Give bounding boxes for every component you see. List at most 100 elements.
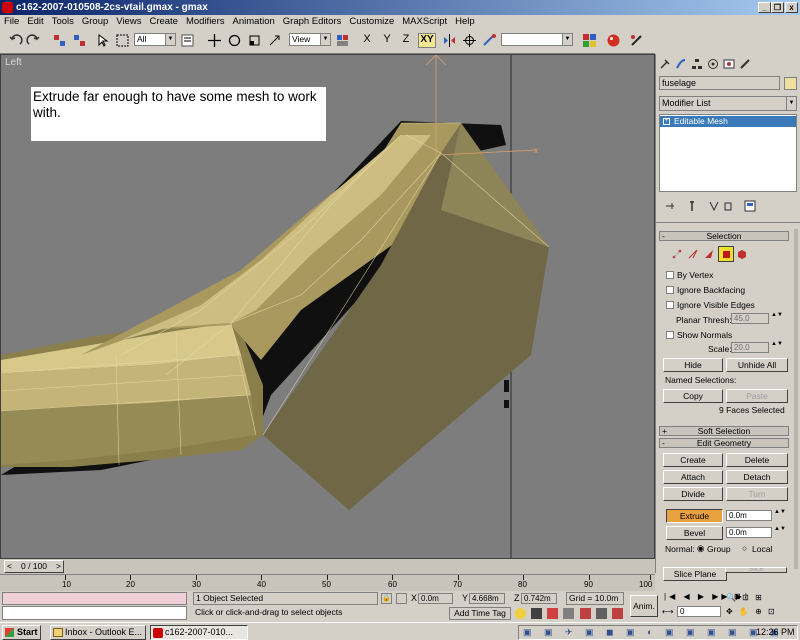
spinner-arrows-icon[interactable]: ▲▼ bbox=[774, 509, 786, 515]
bevel-button[interactable]: Bevel bbox=[666, 526, 723, 540]
redo-icon[interactable] bbox=[26, 33, 41, 48]
minimize-button[interactable]: _ bbox=[758, 2, 771, 13]
detach-button[interactable]: Detach bbox=[726, 470, 788, 484]
tray-icons[interactable]: ▣ ▣ ✈ ▣ ◼ ▣ ◐ ▣ ▣ ▣ ▣ ▣ ▣ bbox=[523, 627, 784, 638]
polygon-subobject-button[interactable] bbox=[718, 246, 734, 262]
menu-tools[interactable]: Tools bbox=[52, 16, 74, 27]
viewport-nav-icons[interactable]: ✥ ✋ ⊕ ⊡ bbox=[726, 607, 777, 616]
group-radio-icon[interactable]: ◉ bbox=[697, 543, 704, 554]
element-subobject-icon[interactable] bbox=[736, 248, 748, 260]
render-icon[interactable] bbox=[606, 33, 621, 48]
face-subobject-icon[interactable] bbox=[703, 248, 715, 260]
by-vertex-checkbox[interactable] bbox=[666, 271, 674, 279]
zoom-controls-icons[interactable]: 🔍 ⊡ ⊞ bbox=[726, 593, 764, 602]
divide-button[interactable]: Divide bbox=[663, 487, 723, 501]
menu-file[interactable]: File bbox=[4, 16, 19, 27]
pivot-center-icon[interactable] bbox=[335, 33, 350, 48]
z-coordinate-field[interactable]: 0.742m bbox=[521, 593, 557, 604]
extrude-button[interactable]: Extrude bbox=[666, 509, 723, 523]
absolute-mode-icon[interactable] bbox=[396, 593, 407, 604]
modify-tab-icon[interactable] bbox=[675, 58, 687, 70]
menu-views[interactable]: Views bbox=[116, 16, 141, 27]
constrain-x-icon[interactable]: X bbox=[360, 33, 374, 45]
snap-toggle-icon[interactable] bbox=[515, 608, 526, 619]
edge-subobject-icon[interactable] bbox=[687, 248, 699, 260]
key-mode-icon[interactable]: ⟷ bbox=[662, 607, 673, 616]
reference-coordinate-dropdown[interactable]: View ▼ bbox=[289, 33, 331, 46]
close-button[interactable]: x bbox=[785, 2, 798, 13]
region-select-icon[interactable] bbox=[115, 33, 130, 48]
hide-button[interactable]: Hide bbox=[663, 358, 723, 372]
remove-modifier-icon[interactable] bbox=[722, 200, 734, 212]
menu-maxscript[interactable]: MAXScript bbox=[402, 16, 447, 27]
paste-button[interactable]: Paste bbox=[726, 389, 788, 403]
menu-customize[interactable]: Customize bbox=[349, 16, 394, 27]
selection-filter-dropdown[interactable]: All ▼ bbox=[134, 33, 176, 46]
bevel-amount-spinner[interactable]: 0.0m bbox=[726, 527, 772, 538]
current-frame-field[interactable]: 0 bbox=[677, 606, 721, 617]
move-icon[interactable] bbox=[207, 33, 222, 48]
named-selection-dropdown[interactable]: ▼ bbox=[501, 33, 573, 46]
spinner-arrows-icon[interactable]: ▲▼ bbox=[774, 526, 786, 532]
copy-button[interactable]: Copy bbox=[663, 389, 723, 403]
unhide-all-button[interactable]: Unhide All bbox=[726, 358, 788, 372]
ignore-visible-edges-checkbox[interactable] bbox=[666, 301, 674, 309]
menu-help[interactable]: Help bbox=[455, 16, 475, 27]
extrude-amount-spinner[interactable]: 0.0m bbox=[726, 510, 772, 521]
lock-selection-icon[interactable]: 🔒 bbox=[381, 593, 392, 604]
show-end-result-icon[interactable] bbox=[686, 200, 698, 212]
material-editor-icon[interactable] bbox=[582, 33, 597, 48]
maxscript-listener-mini[interactable] bbox=[2, 592, 187, 605]
y-coordinate-field[interactable]: 4.668m bbox=[469, 593, 505, 604]
restore-button[interactable]: ❐ bbox=[771, 2, 784, 13]
crossing-selection-icon[interactable] bbox=[612, 608, 623, 619]
app-icon[interactable] bbox=[2, 2, 13, 13]
spinner-arrows-icon[interactable]: ▲▼ bbox=[771, 341, 783, 347]
taskbar-outlook[interactable]: Inbox - Outlook E... bbox=[50, 625, 146, 640]
display-tab-icon[interactable] bbox=[723, 58, 735, 70]
hierarchy-tab-icon[interactable] bbox=[691, 58, 703, 70]
menu-group[interactable]: Group bbox=[82, 16, 108, 27]
rotate-icon[interactable] bbox=[227, 33, 242, 48]
edit-geometry-rollout-header[interactable]: - Edit Geometry bbox=[659, 438, 789, 448]
spinner-arrows-icon[interactable]: ▲▼ bbox=[771, 312, 783, 318]
edit-named-selection-icon[interactable] bbox=[580, 608, 591, 619]
attach-button[interactable]: Attach bbox=[663, 470, 723, 484]
local-radio-icon[interactable]: ○ bbox=[742, 543, 747, 553]
delete-button[interactable]: Delete bbox=[726, 453, 788, 467]
clock[interactable]: 12:26 PM bbox=[756, 627, 795, 637]
make-unique-icon[interactable] bbox=[708, 200, 720, 212]
object-color-swatch[interactable] bbox=[784, 77, 797, 90]
ignore-backfacing-checkbox[interactable] bbox=[666, 286, 674, 294]
prev-frame-icon[interactable]: < bbox=[7, 561, 12, 572]
select-by-name-icon[interactable] bbox=[180, 33, 195, 48]
percent-snap-icon[interactable] bbox=[547, 608, 558, 619]
expand-plus-icon[interactable]: + bbox=[663, 118, 670, 125]
menu-animation[interactable]: Animation bbox=[233, 16, 275, 27]
animate-button[interactable]: Anim. bbox=[630, 595, 658, 617]
stack-item-editable-mesh[interactable]: + Editable Mesh bbox=[660, 116, 796, 127]
mirror-icon[interactable] bbox=[442, 33, 457, 48]
constrain-y-icon[interactable]: Y bbox=[380, 33, 394, 45]
spinner-snap-icon[interactable] bbox=[563, 608, 574, 619]
modifier-list-dropdown[interactable]: Modifier List ▼ bbox=[659, 96, 797, 111]
object-name-field[interactable]: fuselage bbox=[659, 76, 780, 90]
spacing-tool-icon[interactable] bbox=[482, 33, 497, 48]
viewport-left[interactable]: Left x Extrude far enough to have some m… bbox=[0, 54, 655, 559]
slice-plane-button[interactable]: Slice Plane bbox=[663, 567, 727, 581]
motion-tab-icon[interactable] bbox=[707, 58, 719, 70]
panel-scrollbar[interactable] bbox=[794, 229, 798, 569]
time-slider-thumb[interactable]: <0 / 100 > bbox=[4, 560, 64, 573]
turn-button[interactable]: Turn bbox=[726, 487, 788, 501]
taskbar-gmax[interactable]: c162-2007-010... bbox=[150, 625, 248, 640]
unlink-icon[interactable] bbox=[72, 33, 87, 48]
x-coordinate-field[interactable]: 0.0m bbox=[418, 593, 453, 604]
constrain-xy-button[interactable]: XY bbox=[418, 33, 436, 48]
track-bar[interactable]: 10 20 30 40 50 60 70 80 90 100 bbox=[0, 574, 655, 591]
pin-stack-icon[interactable] bbox=[664, 200, 676, 212]
select-object-icon[interactable] bbox=[95, 33, 110, 48]
configure-modifier-sets-icon[interactable] bbox=[744, 200, 756, 212]
slice-button[interactable]: Slice bbox=[725, 567, 787, 573]
quick-render-icon[interactable] bbox=[629, 33, 644, 48]
menu-graph-editors[interactable]: Graph Editors bbox=[283, 16, 342, 27]
